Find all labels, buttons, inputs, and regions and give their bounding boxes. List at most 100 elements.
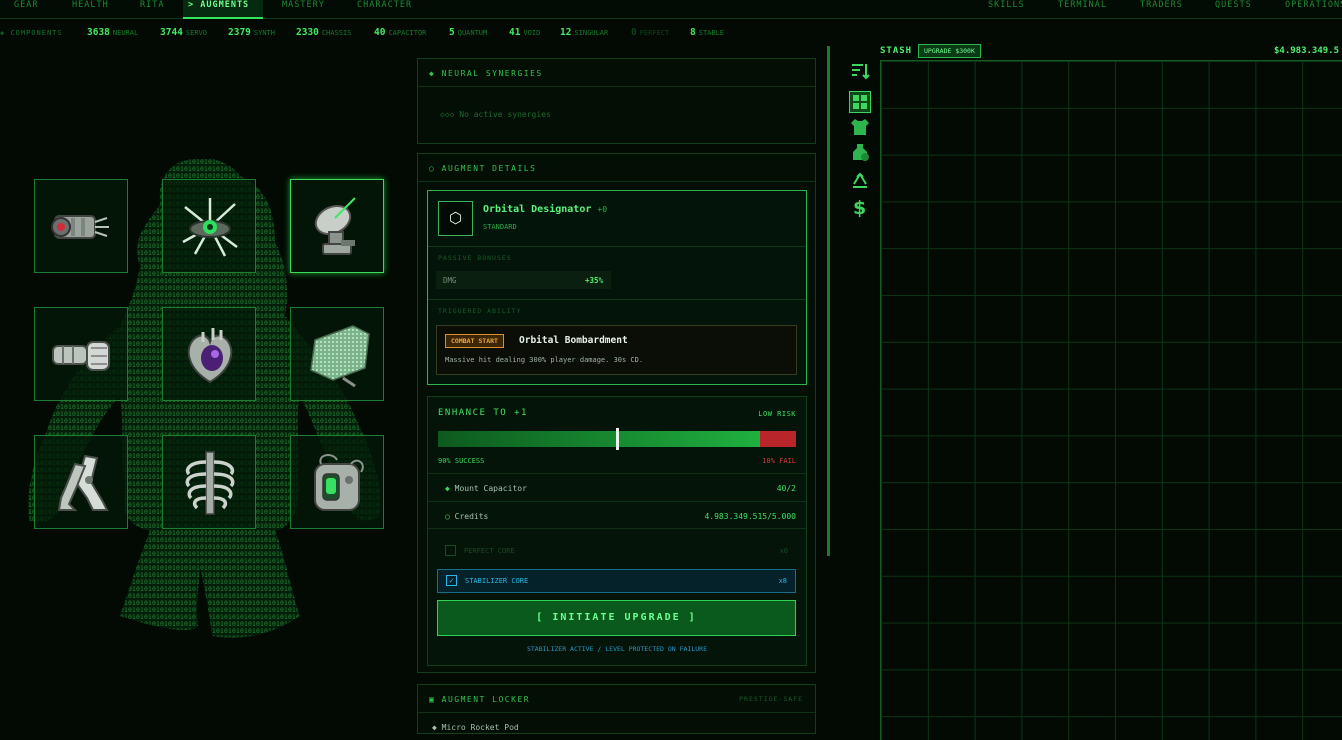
synergies-title: NEURAL SYNERGIES: [441, 69, 543, 78]
neural-chip-icon: [182, 198, 238, 257]
component-capacitor: 40 CAPACITOR: [374, 27, 426, 38]
component-count: 3744: [160, 27, 183, 38]
tab-traders[interactable]: TRADERS: [1140, 0, 1183, 19]
triggered-label: TRIGGERED ABILITY: [438, 307, 522, 315]
ability-box: COMBAT START Orbital Bombardment Massive…: [436, 325, 797, 375]
tab-terminal[interactable]: TERMINAL: [1058, 0, 1107, 19]
stabilizer-core-count: x8: [778, 577, 787, 585]
square-icon: ▣: [429, 695, 442, 704]
component-stable: 8 STABLE: [690, 27, 724, 38]
components-label-text: COMPONENTS: [10, 29, 63, 37]
component-count: 41: [509, 27, 521, 38]
divider: [428, 299, 806, 300]
sort-icon[interactable]: [849, 60, 871, 82]
upgrade-stash-button[interactable]: UPGRADE $300K: [918, 44, 981, 58]
tab-rita[interactable]: RITA: [140, 0, 164, 19]
augment-slot-heart-core[interactable]: [162, 307, 256, 401]
cost-row-credits: ○ Credits 4.983.349.515/5.000: [428, 501, 806, 529]
stabilizer-core-option[interactable]: ✓ STABILIZER CORE x8: [437, 569, 796, 593]
robotic-legs-icon: [57, 454, 109, 511]
augment-slot-capacitor-cylinder[interactable]: [34, 179, 128, 273]
component-singular: 12 SINGULAR: [560, 27, 608, 38]
locker-tag: PRESTIGE-SAFE: [739, 695, 803, 703]
diamond-icon: ◆: [445, 484, 455, 493]
grid-view-icon[interactable]: [849, 91, 871, 113]
augment-slot-armored-arm[interactable]: [34, 307, 128, 401]
component-name: PERFECT: [639, 29, 670, 37]
components-bar: ◈ COMPONENTS 3638 NEURAL 3744 SERVO 2379 SY…: [0, 27, 830, 41]
component-count: 5: [449, 27, 455, 38]
component-name: CHASSIS: [321, 29, 352, 37]
tab-quests[interactable]: QUESTS: [1215, 0, 1252, 19]
details-title: AUGMENT DETAILS: [441, 164, 537, 173]
trigger-badge: COMBAT START: [445, 334, 504, 348]
tab-mastery[interactable]: MASTERY: [282, 0, 325, 19]
initiate-upgrade-button[interactable]: [ INITIATE UPGRADE ]: [437, 600, 796, 636]
divider: [428, 246, 806, 247]
check-icon[interactable]: ✓: [446, 575, 457, 586]
recycle-icon[interactable]: [849, 171, 871, 193]
tab-health[interactable]: HEALTH: [72, 0, 109, 19]
scrollbar[interactable]: [827, 46, 830, 556]
dollar-icon[interactable]: $: [849, 196, 871, 218]
perfect-core-label: PERFECT CORE: [464, 547, 515, 555]
component-quantum: 5 QUANTUM: [449, 27, 487, 38]
panel-header: ◆ NEURAL SYNERGIES: [418, 59, 815, 87]
passive-stat-row: DMG +35%: [436, 271, 611, 289]
component-name: SYNTH: [253, 29, 275, 37]
perfect-core-option[interactable]: PERFECT CORE x0: [437, 540, 796, 562]
roll-marker: [616, 428, 619, 450]
locker-title: AUGMENT LOCKER: [441, 695, 531, 704]
tab-character[interactable]: CHARACTER: [357, 0, 412, 19]
augment-name-text: Orbital Designator: [483, 204, 592, 215]
tab-augments[interactable]: > AUGMENTS: [183, 0, 263, 19]
component-name: NEURAL: [112, 29, 139, 37]
component-name: SINGULAR: [574, 29, 609, 37]
component-servo: 3744 SERVO: [160, 27, 207, 38]
component-perfect: 0 PERFECT: [631, 27, 669, 38]
credits-balance: $4.983.349.5: [1274, 46, 1340, 56]
passive-stat-name: DMG: [443, 276, 457, 285]
component-chassis: 2330 CHASSIS: [296, 27, 351, 38]
armor-icon[interactable]: [849, 116, 871, 138]
stash-grid[interactable]: [880, 60, 1342, 740]
tab-gear[interactable]: GEAR: [14, 0, 38, 19]
component-count: 40: [374, 27, 386, 38]
coin-icon: ○: [445, 512, 455, 521]
risk-label: LOW RISK: [758, 410, 796, 418]
cost-value: 40/2: [776, 484, 796, 493]
component-count: 2330: [296, 27, 319, 38]
augment-name: Orbital Designator +0: [483, 204, 607, 215]
synergies-empty-text: ◇◇◇ No active synergies: [440, 110, 551, 119]
capacitor-battery-icon: [314, 454, 364, 511]
component-count: 3638: [87, 27, 110, 38]
tab-operations[interactable]: OPERATIONS: [1285, 0, 1342, 19]
hexagon-icon: ⬡: [438, 201, 473, 236]
augment-card: ⬡ Orbital Designator +0 STANDARD PASSIVE…: [427, 190, 807, 385]
augment-slot-robotic-legs[interactable]: [34, 435, 128, 529]
locker-item-name: Micro Rocket Pod: [441, 723, 519, 732]
perfect-core-checkbox[interactable]: [445, 545, 456, 556]
svg-text:$: $: [853, 197, 866, 218]
cost-label: ◆ Mount Capacitor: [445, 484, 527, 493]
component-name: SERVO: [185, 29, 207, 37]
augment-slot-satellite-dish[interactable]: [290, 179, 384, 273]
component-count: 8: [690, 27, 696, 38]
augment-slot-mesh-skin[interactable]: [290, 307, 384, 401]
consumable-icon[interactable]: [849, 141, 871, 163]
augment-slot-capacitor-battery[interactable]: [290, 435, 384, 529]
augment-slot-neural-chip[interactable]: [162, 179, 256, 273]
rib-cage-icon: [185, 451, 235, 515]
component-neural: 3638 NEURAL: [87, 27, 138, 38]
tab-skills[interactable]: SKILLS: [988, 0, 1025, 19]
locker-item[interactable]: ◆ Micro Rocket Pod: [432, 723, 519, 732]
augment-locker-panel: ▣ AUGMENT LOCKER PRESTIGE-SAFE ◆ Micro R…: [417, 684, 816, 734]
augment-level: +0: [597, 205, 608, 214]
augment-slot-rib-cage[interactable]: [162, 435, 256, 529]
cost-label-text: Mount Capacitor: [454, 484, 527, 493]
component-count: 2379: [228, 27, 251, 38]
cost-label: ○ Credits: [445, 512, 488, 521]
top-nav: GEAR HEALTH RITA > AUGMENTS MASTERY CHAR…: [0, 0, 1342, 19]
components-label: ◈ COMPONENTS: [0, 29, 63, 37]
perfect-core-count: x0: [779, 547, 788, 555]
